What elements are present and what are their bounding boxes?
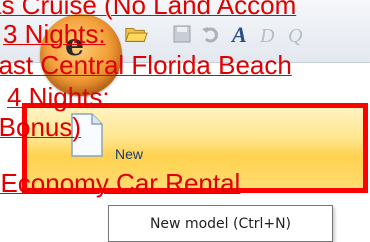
undo-icon[interactable] — [198, 22, 222, 46]
preview-d-icon[interactable]: D — [256, 22, 280, 46]
svg-text:A: A — [230, 23, 247, 45]
menu-item-new-label: New — [115, 146, 144, 162]
overlay-line-1: as Cruise (No Land Accom — [0, 0, 297, 20]
svg-text:Q: Q — [288, 25, 303, 45]
tooltip: New model (Ctrl+N) — [108, 205, 333, 242]
open-folder-icon[interactable] — [124, 22, 148, 46]
save-icon[interactable] — [170, 22, 194, 46]
overlay-line-4: 4 Nights: — [7, 82, 110, 112]
overlay-line-2: 3 Nights: — [3, 19, 106, 49]
overlay-line-5: (Bonus) — [0, 112, 82, 142]
font-a-icon[interactable]: A — [228, 22, 252, 46]
svg-text:D: D — [259, 25, 275, 45]
overlay-line-6: t Economy Car Rental — [0, 168, 241, 198]
overlay-line-3: oast Central Florida Beach — [0, 50, 292, 80]
zoom-q-icon[interactable]: Q — [284, 22, 308, 46]
